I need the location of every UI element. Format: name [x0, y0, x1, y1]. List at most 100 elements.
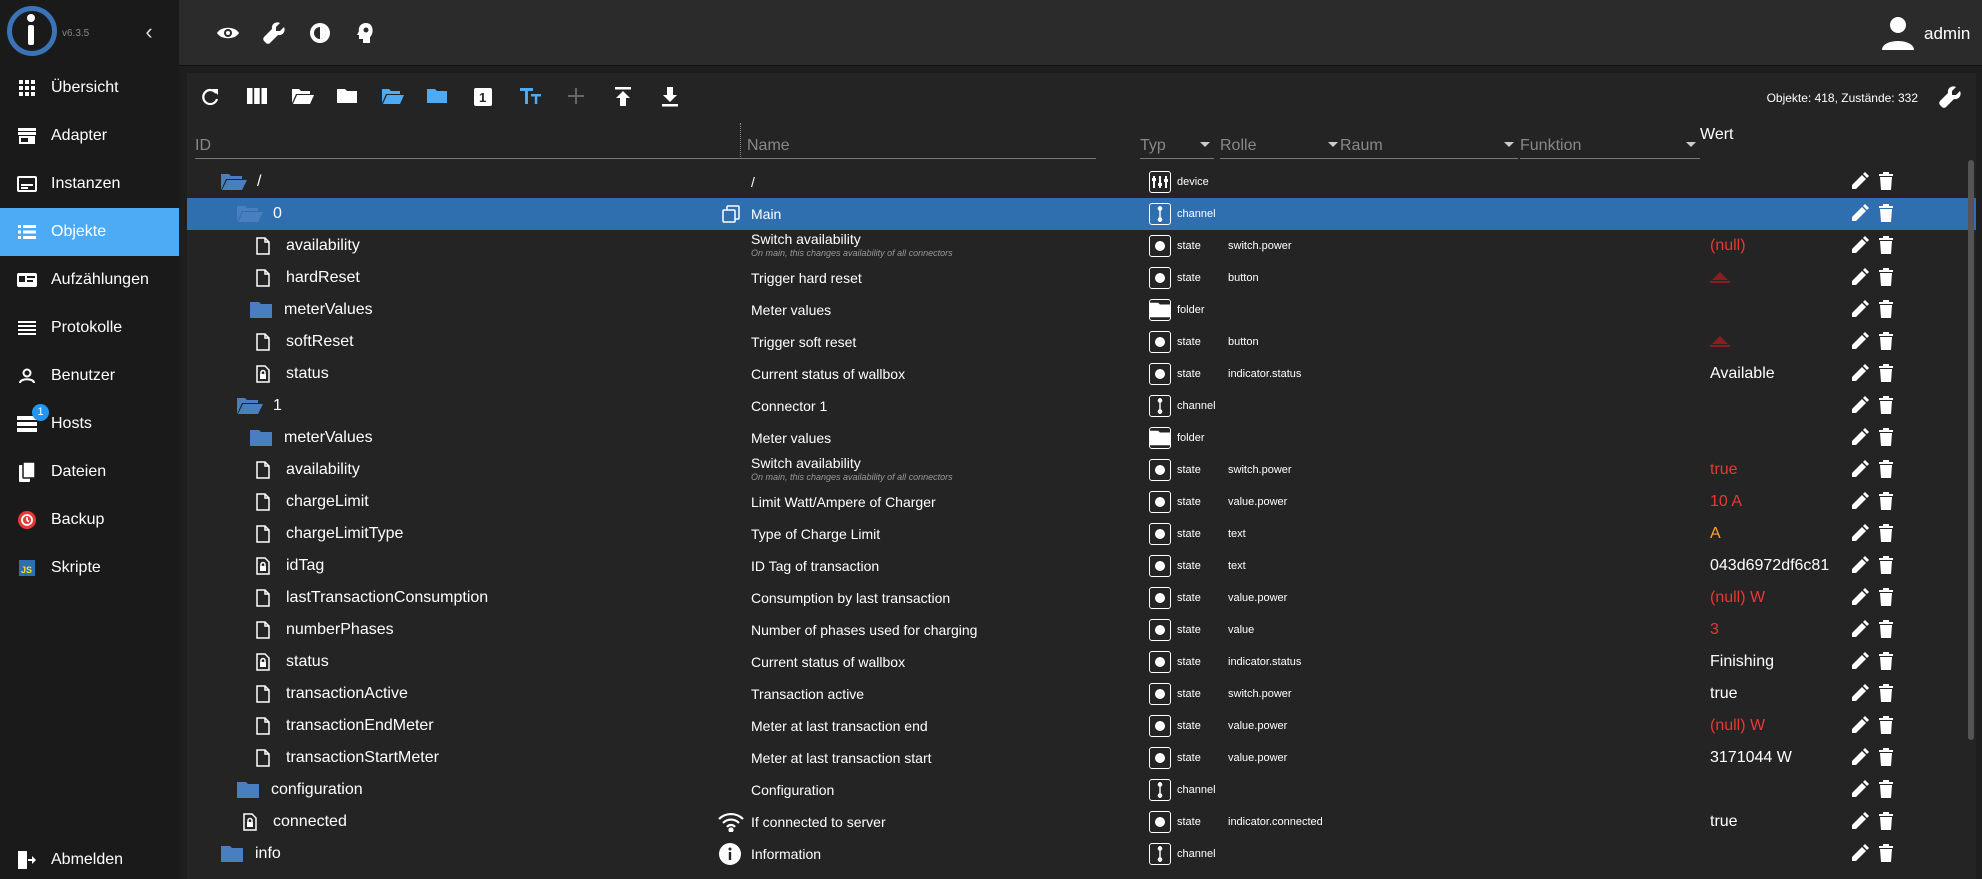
object-id[interactable]: transactionStartMeter: [286, 742, 439, 774]
edit-icon[interactable]: [1851, 652, 1871, 672]
object-id[interactable]: /: [257, 166, 261, 198]
edit-icon[interactable]: [1851, 524, 1871, 544]
settings-wrench-icon[interactable]: [1938, 85, 1962, 109]
edit-icon[interactable]: [1851, 556, 1871, 576]
file-icon[interactable]: [256, 262, 270, 294]
file-icon[interactable]: [256, 518, 270, 550]
table-row[interactable]: connected If connected to server state indi…: [187, 806, 1976, 838]
edit-icon[interactable]: [1851, 780, 1871, 800]
table-row[interactable]: availability Switch availability On main, …: [187, 454, 1976, 486]
object-value[interactable]: true: [1710, 806, 1738, 838]
trigger-button[interactable]: [1709, 262, 1731, 294]
object-value[interactable]: 043d6972df6c81: [1710, 550, 1829, 582]
name-filter[interactable]: Name: [747, 125, 1096, 159]
number-one-icon[interactable]: 1: [473, 87, 495, 109]
folder-open-icon[interactable]: [221, 166, 247, 198]
file-icon[interactable]: [256, 582, 270, 614]
edit-icon[interactable]: [1851, 428, 1871, 448]
table-row[interactable]: status Current status of wallbox state indi…: [187, 646, 1976, 678]
file-icon[interactable]: [256, 614, 270, 646]
eye-icon[interactable]: [216, 21, 240, 45]
folder-open-icon[interactable]: [292, 87, 314, 109]
table-row[interactable]: lastTransactionConsumption Consumption by…: [187, 582, 1976, 614]
delete-icon[interactable]: [1879, 684, 1899, 704]
table-row[interactable]: transactionActive Transaction active state…: [187, 678, 1976, 710]
delete-icon[interactable]: [1879, 460, 1899, 480]
folder-open-icon[interactable]: [237, 198, 263, 230]
file-icon[interactable]: [256, 710, 270, 742]
file-lock-icon[interactable]: [243, 806, 257, 838]
delete-icon[interactable]: [1879, 556, 1899, 576]
sidebar-item-backup[interactable]: Backup: [0, 496, 179, 544]
file-lock-icon[interactable]: [256, 358, 270, 390]
object-id[interactable]: chargeLimitType: [286, 518, 403, 550]
table-row[interactable]: meterValues Meter values folder: [187, 422, 1976, 454]
object-id[interactable]: transactionEndMeter: [286, 710, 434, 742]
edit-icon[interactable]: [1851, 492, 1871, 512]
collapse-sidebar-button[interactable]: ‹: [137, 20, 161, 44]
object-id[interactable]: 1: [273, 390, 282, 422]
object-value[interactable]: 3171044 W: [1710, 742, 1792, 774]
rolle-filter[interactable]: Rolle: [1220, 125, 1342, 159]
object-id[interactable]: idTag: [286, 550, 324, 582]
table-row[interactable]: transactionStartMeter Meter at last trans…: [187, 742, 1976, 774]
file-lock-icon[interactable]: [256, 550, 270, 582]
edit-icon[interactable]: [1851, 268, 1871, 288]
delete-icon[interactable]: [1879, 844, 1899, 864]
table-row[interactable]: meterValues Meter values folder: [187, 294, 1976, 326]
object-id[interactable]: availability: [286, 230, 360, 262]
folder-icon[interactable]: [250, 422, 272, 454]
table-row[interactable]: softReset Trigger soft reset state button: [187, 326, 1976, 358]
funktion-filter[interactable]: Funktion: [1520, 125, 1700, 159]
edit-icon[interactable]: [1851, 396, 1871, 416]
edit-icon[interactable]: [1851, 172, 1871, 192]
sidebar-item-protokolle[interactable]: Protokolle: [0, 304, 179, 352]
object-value[interactable]: true: [1710, 454, 1738, 486]
delete-icon[interactable]: [1879, 300, 1899, 320]
delete-icon[interactable]: [1879, 748, 1899, 768]
table-row[interactable]: transactionEndMeter Meter at last transac…: [187, 710, 1976, 742]
delete-icon[interactable]: [1879, 524, 1899, 544]
object-value[interactable]: (null) W: [1710, 582, 1765, 614]
edit-icon[interactable]: [1851, 364, 1871, 384]
edit-icon[interactable]: [1851, 844, 1871, 864]
object-id[interactable]: numberPhases: [286, 614, 394, 646]
object-value[interactable]: Finishing: [1710, 646, 1774, 678]
table-row[interactable]: 1 Connector 1 channel: [187, 390, 1976, 422]
object-id[interactable]: hardReset: [286, 262, 360, 294]
download-icon[interactable]: [661, 87, 683, 109]
edit-icon[interactable]: [1851, 460, 1871, 480]
sidebar-item-benutzer[interactable]: Benutzer: [0, 352, 179, 400]
delete-icon[interactable]: [1879, 780, 1899, 800]
object-id[interactable]: lastTransactionConsumption: [286, 582, 488, 614]
delete-icon[interactable]: [1879, 716, 1899, 736]
id-filter[interactable]: ID: [195, 125, 778, 159]
delete-icon[interactable]: [1879, 652, 1899, 672]
folder-blue-icon[interactable]: [427, 87, 449, 109]
object-id[interactable]: info: [255, 838, 281, 870]
edit-icon[interactable]: [1851, 684, 1871, 704]
delete-icon[interactable]: [1879, 332, 1899, 352]
raum-filter[interactable]: Raum: [1340, 125, 1518, 159]
column-resize-handle[interactable]: [740, 123, 741, 159]
object-id[interactable]: configuration: [271, 774, 363, 806]
delete-icon[interactable]: [1879, 236, 1899, 256]
sidebar-item-uebersicht[interactable]: Übersicht: [0, 64, 179, 112]
edit-icon[interactable]: [1851, 748, 1871, 768]
edit-icon[interactable]: [1851, 588, 1871, 608]
table-row[interactable]: status Current status of wallbox state indi…: [187, 358, 1976, 390]
folder-icon[interactable]: [221, 838, 243, 870]
columns-icon[interactable]: [247, 87, 269, 109]
delete-icon[interactable]: [1879, 588, 1899, 608]
trigger-button[interactable]: [1709, 326, 1731, 358]
folder-icon[interactable]: [237, 774, 259, 806]
sidebar-item-objekte[interactable]: Objekte: [0, 208, 179, 256]
file-icon[interactable]: [256, 678, 270, 710]
table-row[interactable]: chargeLimitType Type of Charge Limit state…: [187, 518, 1976, 550]
table-row[interactable]: availability Switch availability On main, …: [187, 230, 1976, 262]
expert-mode-icon[interactable]: [354, 21, 378, 45]
delete-icon[interactable]: [1879, 428, 1899, 448]
file-icon[interactable]: [256, 230, 270, 262]
sidebar-item-aufzaehlungen[interactable]: Aufzählungen: [0, 256, 179, 304]
file-icon[interactable]: [256, 454, 270, 486]
